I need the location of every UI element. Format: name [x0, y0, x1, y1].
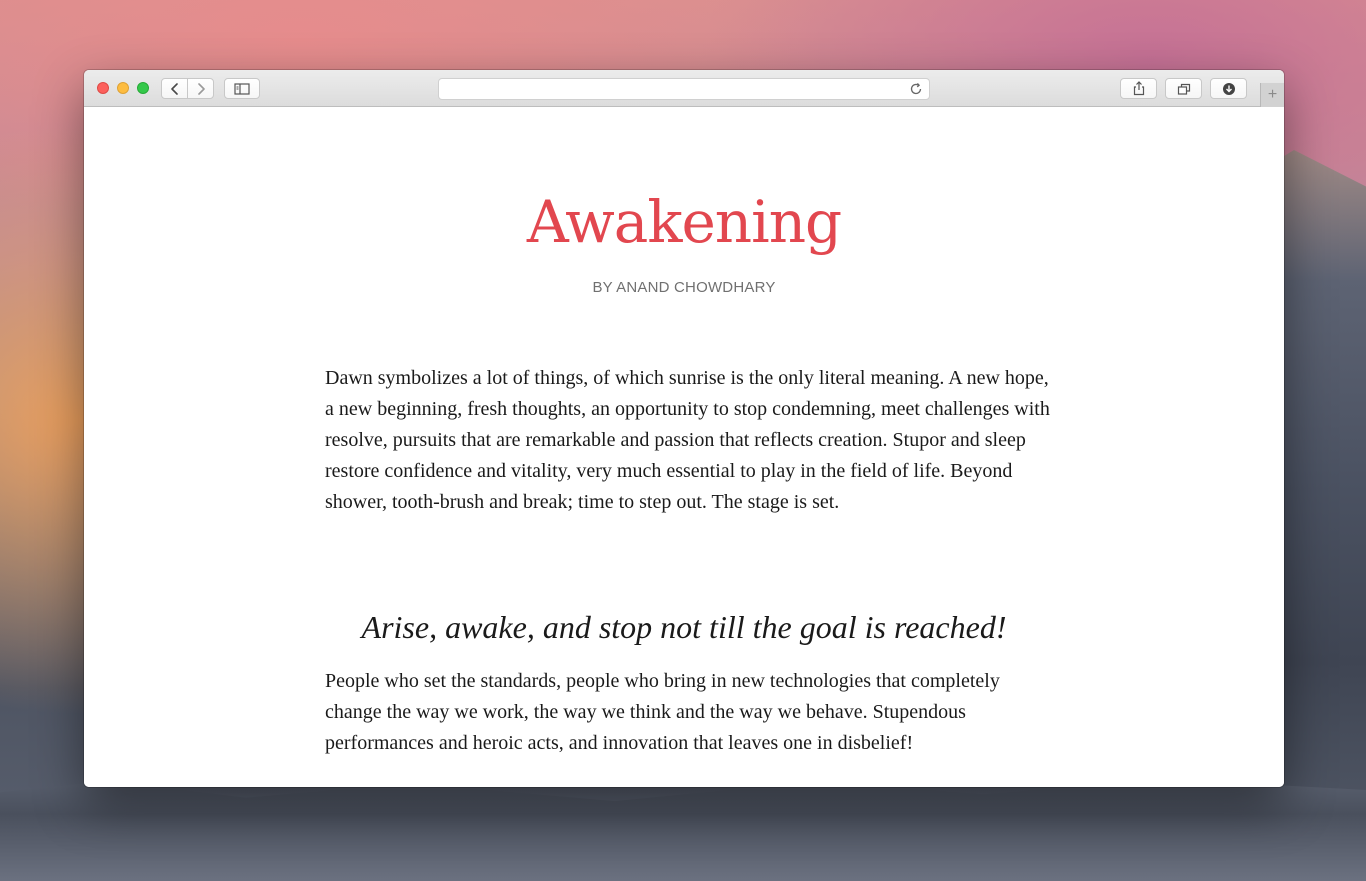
new-tab-button[interactable]: + [1260, 83, 1284, 107]
browser-window: + Awakening BY ANAND CHOWDHARY Dawn symb… [84, 70, 1284, 787]
reload-icon[interactable] [909, 82, 923, 101]
share-button[interactable] [1120, 78, 1157, 99]
download-icon [1222, 82, 1236, 96]
article-byline: BY ANAND CHOWDHARY [592, 279, 776, 296]
article-paragraph: People who set the standards, people who… [325, 670, 1000, 754]
article-paragraph: Dawn symbolizes a lot of things, of whic… [325, 367, 1050, 513]
tab-overview-button[interactable] [1165, 78, 1202, 99]
close-window-button[interactable] [97, 82, 109, 94]
article-title: Awakening [526, 188, 842, 256]
address-bar[interactable] [438, 78, 930, 100]
minimize-window-button[interactable] [117, 82, 129, 94]
sidebar-icon [234, 82, 250, 95]
pull-quote: Arise, awake, and stop not till the goal… [361, 609, 1007, 645]
back-button[interactable] [161, 78, 188, 99]
share-icon [1132, 81, 1146, 96]
tabs-overview-icon [1177, 83, 1191, 95]
chevron-left-icon [170, 82, 180, 95]
sidebar-toggle-button[interactable] [224, 78, 260, 99]
forward-button[interactable] [187, 78, 214, 99]
chevron-right-icon [196, 82, 206, 95]
zoom-window-button[interactable] [137, 82, 149, 94]
page-content: Awakening BY ANAND CHOWDHARY Dawn symbol… [84, 107, 1284, 787]
browser-toolbar: + [84, 70, 1284, 107]
downloads-button[interactable] [1210, 78, 1247, 99]
